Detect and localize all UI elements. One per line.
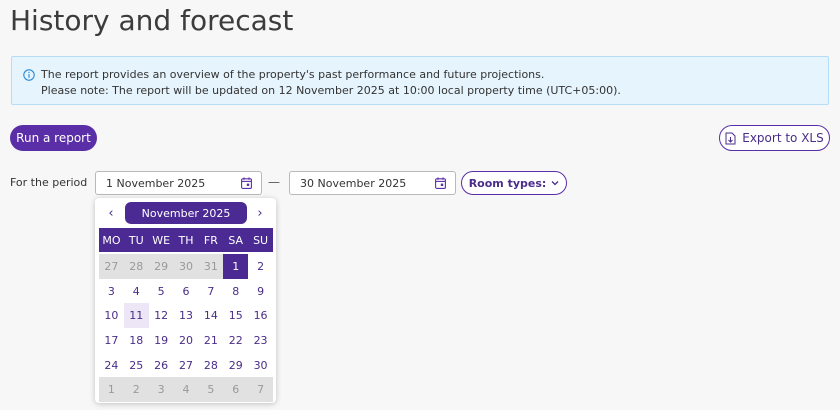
weekday-label: SA xyxy=(228,233,244,247)
calendar-day[interactable]: 26 xyxy=(149,353,174,378)
calendar-day[interactable]: 3 xyxy=(99,279,124,304)
calendar-day[interactable]: 16 xyxy=(248,303,273,328)
calendar-day-outside-month[interactable]: 6 xyxy=(223,377,249,403)
calendar-day-outside-month[interactable]: 5 xyxy=(198,377,224,403)
calendar-day[interactable]: 19 xyxy=(149,328,174,353)
calendar-day-today[interactable]: 11 xyxy=(123,303,149,329)
run-report-button[interactable]: Run a report xyxy=(10,125,97,151)
calendar-icon[interactable] xyxy=(435,177,446,189)
calendar-day[interactable]: 10 xyxy=(99,303,124,328)
weekday-label: SU xyxy=(253,233,269,247)
export-file-icon xyxy=(725,132,736,144)
calendar-day[interactable]: 20 xyxy=(174,328,199,353)
previous-month-button[interactable]: ‹ xyxy=(104,205,118,221)
date-to-field[interactable]: 30 November 2025 xyxy=(289,171,456,195)
calendar-day-outside-month[interactable]: 29 xyxy=(148,254,174,279)
calendar-day[interactable]: 17 xyxy=(99,328,124,353)
month-selector[interactable]: November 2025 xyxy=(125,202,247,224)
calendar-day-outside-month[interactable]: 2 xyxy=(123,377,149,403)
date-picker-popup: ‹ November 2025 › MO TU WE TH FR SA SU 27 28 29 3… xyxy=(95,198,276,403)
room-types-dropdown[interactable]: Room types: xyxy=(461,171,567,195)
calendar-day[interactable]: 24 xyxy=(99,353,124,378)
info-icon xyxy=(23,69,35,81)
calendar-day[interactable]: 6 xyxy=(174,279,199,304)
info-banner: The report provides an overview of the p… xyxy=(11,56,829,105)
next-month-button[interactable]: › xyxy=(253,205,267,221)
weekday-label: FR xyxy=(203,233,218,247)
date-to-value: 30 November 2025 xyxy=(300,176,407,190)
calendar-icon[interactable] xyxy=(241,177,252,189)
calendar-day[interactable]: 15 xyxy=(223,303,248,328)
calendar-day[interactable]: 8 xyxy=(223,279,248,304)
calendar-day[interactable]: 18 xyxy=(124,328,149,353)
export-button-label: Export to XLS xyxy=(742,131,824,145)
calendar-day[interactable]: 23 xyxy=(248,328,273,353)
calendar-day[interactable]: 12 xyxy=(149,303,174,328)
calendar-day[interactable]: 27 xyxy=(174,353,199,378)
weekday-label: MO xyxy=(102,233,121,247)
chevron-down-icon xyxy=(551,181,559,186)
info-text-line-2: Please note: The report will be updated … xyxy=(41,84,621,97)
period-separator: — xyxy=(268,175,280,189)
calendar-day-outside-month[interactable]: 1 xyxy=(99,377,124,403)
calendar-day[interactable]: 21 xyxy=(198,328,223,353)
calendar-day[interactable]: 9 xyxy=(248,279,273,304)
calendar-day[interactable]: 28 xyxy=(198,353,223,378)
weekday-label: TU xyxy=(128,233,144,247)
calendar-day-outside-month[interactable]: 27 xyxy=(99,254,124,279)
period-label: For the period xyxy=(10,176,88,189)
calendar-day-outside-month[interactable]: 31 xyxy=(198,254,224,279)
calendar-day-outside-month[interactable]: 28 xyxy=(123,254,149,279)
calendar-day-outside-month[interactable]: 3 xyxy=(148,377,174,403)
calendar-day[interactable]: 7 xyxy=(198,279,223,304)
calendar-day[interactable]: 5 xyxy=(149,279,174,304)
calendar-day-selected[interactable]: 1 xyxy=(223,254,249,279)
calendar-day[interactable]: 22 xyxy=(223,328,248,353)
page-title: History and forecast xyxy=(10,4,294,37)
room-types-label: Room types: xyxy=(468,176,547,190)
calendar-day[interactable]: 14 xyxy=(198,303,223,328)
calendar-day[interactable]: 4 xyxy=(124,279,149,304)
calendar-day-outside-month[interactable]: 4 xyxy=(173,377,199,403)
weekday-label: WE xyxy=(152,233,171,247)
info-text-line-1: The report provides an overview of the p… xyxy=(41,68,545,81)
calendar-day[interactable]: 30 xyxy=(248,353,273,378)
export-xls-button[interactable]: Export to XLS xyxy=(719,125,830,151)
weekday-label: TH xyxy=(178,233,194,247)
calendar-day[interactable]: 25 xyxy=(124,353,149,378)
days-grid: 27 28 29 30 31 1 2 3 4 5 6 7 8 9 10 11 12 13 14 15 16 17 18 19 2… xyxy=(99,254,273,403)
calendar-day[interactable]: 29 xyxy=(223,353,248,378)
date-from-field[interactable]: 1 November 2025 xyxy=(95,171,262,195)
weekday-header: MO TU WE TH FR SA SU xyxy=(99,228,273,252)
calendar-day-outside-month[interactable]: 7 xyxy=(248,377,273,403)
calendar-day[interactable]: 13 xyxy=(174,303,199,328)
calendar-day-outside-month[interactable]: 30 xyxy=(173,254,199,279)
date-from-value: 1 November 2025 xyxy=(106,176,206,190)
calendar-day[interactable]: 2 xyxy=(248,254,273,279)
